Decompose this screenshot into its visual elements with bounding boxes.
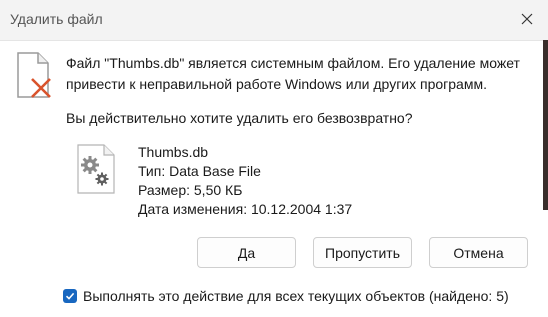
close-icon — [521, 13, 533, 25]
file-size: Размер: 5,50 КБ — [138, 182, 243, 198]
close-button[interactable] — [516, 8, 538, 30]
background-window-edge — [543, 40, 548, 210]
warning-message-line-2: привести к неправильной работе Windows и… — [66, 76, 487, 92]
system-file-gears-icon — [77, 144, 115, 194]
confirm-question: Вы действительно хотите удалить его безв… — [66, 110, 413, 126]
window-title: Удалить файл — [10, 11, 103, 27]
warning-message: Файл "Thumbs.db" является системным файл… — [66, 53, 526, 95]
skip-button[interactable]: Пропустить — [313, 237, 412, 268]
file-type: Тип: Data Base File — [138, 163, 261, 179]
apply-to-all-checkbox[interactable] — [63, 289, 77, 303]
apply-to-all-label: Выполнять это действие для всех текущих … — [83, 288, 509, 304]
title-bar: Удалить файл — [0, 0, 548, 41]
file-details: Thumbs.db Тип: Data Base File Размер: 5,… — [138, 143, 352, 219]
file-delete-warning-icon — [17, 52, 51, 98]
apply-to-all-option[interactable]: Выполнять это действие для всех текущих … — [63, 288, 509, 304]
cancel-button[interactable]: Отмена — [429, 237, 528, 268]
yes-button[interactable]: Да — [197, 237, 296, 268]
warning-message-line-1: Файл "Thumbs.db" является системным файл… — [66, 55, 520, 71]
file-name: Thumbs.db — [138, 144, 209, 160]
checkmark-icon — [65, 292, 75, 300]
file-modified-date: Дата изменения: 10.12.2004 1:37 — [138, 201, 353, 217]
